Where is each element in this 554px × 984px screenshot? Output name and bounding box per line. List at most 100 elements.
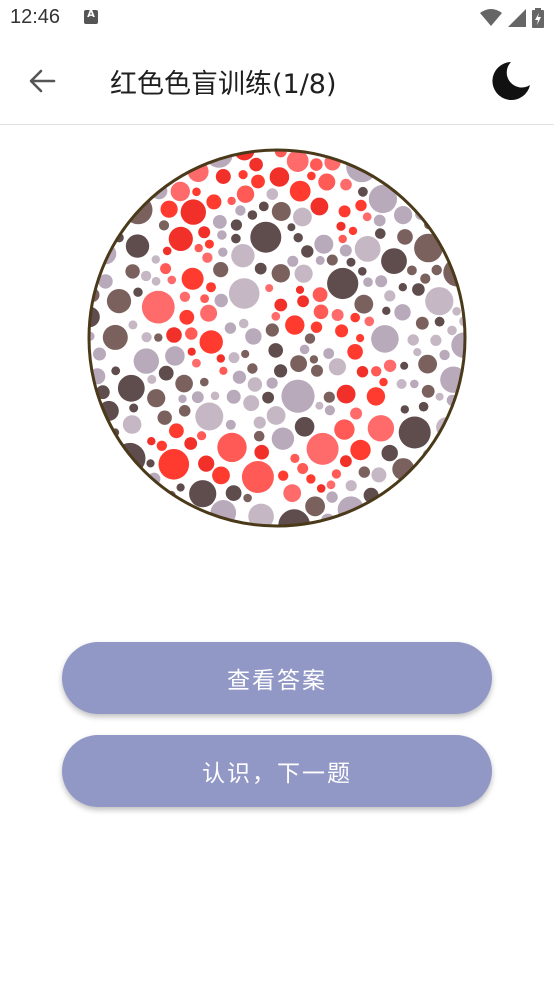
plate-dot <box>206 282 216 293</box>
plate-dot <box>364 316 375 327</box>
plate-dot <box>347 344 363 360</box>
plate-dot <box>271 264 290 283</box>
plate-dot <box>430 334 442 346</box>
plate-dot <box>297 463 309 474</box>
plate-dot <box>158 365 174 381</box>
plate-dot <box>212 466 230 485</box>
plate-dot <box>394 304 411 321</box>
plate-dot <box>327 267 359 300</box>
plate-dot <box>336 384 356 404</box>
plate-dot <box>324 405 335 416</box>
next-question-button[interactable]: 认识，下一题 <box>62 735 492 807</box>
plate-dot <box>157 410 172 425</box>
plate-dot <box>122 415 142 434</box>
plate-dot <box>452 307 461 316</box>
plate-dot <box>400 405 409 414</box>
plate-dot <box>356 334 365 343</box>
plate-dot <box>295 285 305 294</box>
plate-dot <box>278 470 289 481</box>
plate-dot <box>439 349 450 361</box>
plate-dot <box>111 366 121 376</box>
plate-dot <box>179 291 191 302</box>
plate-dot <box>192 358 201 368</box>
plate-dot <box>232 370 246 384</box>
plate-dot <box>247 210 258 220</box>
plate-dot <box>200 294 209 303</box>
plate-dot <box>434 316 445 327</box>
plate-dot <box>162 246 172 256</box>
plate-dot <box>346 257 356 267</box>
plate-dot <box>447 325 457 336</box>
plate-dot <box>435 392 444 401</box>
plate-dot <box>350 407 363 420</box>
plate-dot <box>247 377 263 392</box>
plate-dot <box>312 287 328 302</box>
plate-dot <box>151 276 161 286</box>
plate-dot <box>398 416 431 449</box>
plate-dot <box>179 309 195 325</box>
plate-dot <box>407 265 417 276</box>
plate-dot <box>206 194 222 210</box>
plate-dot <box>241 349 250 359</box>
plate-dot <box>200 377 209 387</box>
plate-dot <box>381 248 407 274</box>
plate-dot <box>274 298 288 312</box>
plate-dot <box>216 354 225 363</box>
back-button[interactable] <box>22 61 62 101</box>
plate-dot <box>271 202 291 221</box>
plate-dot <box>129 403 139 413</box>
plate-dot <box>358 186 368 197</box>
plate-dot <box>331 469 342 479</box>
plate-dot <box>335 324 349 338</box>
plate-dot <box>418 401 429 412</box>
status-time: 12:46 <box>10 6 61 28</box>
status-icons <box>480 8 544 28</box>
plate-dot <box>243 493 252 503</box>
plate-dot <box>210 391 220 401</box>
plate-dot <box>367 415 395 442</box>
plate-dot <box>340 178 352 191</box>
plate-dot <box>283 484 302 502</box>
plate-dot <box>314 234 334 254</box>
dark-mode-toggle[interactable] <box>488 58 534 104</box>
plate-dot <box>214 293 228 308</box>
plate-dot <box>266 377 278 389</box>
plate-dot <box>180 199 206 225</box>
plate-dot <box>266 188 279 200</box>
plate-dot <box>102 324 128 350</box>
plate-dot <box>106 289 132 314</box>
plate-dot <box>375 228 386 239</box>
plate-dot <box>371 325 399 353</box>
show-answer-button[interactable]: 查看答案 <box>62 642 492 714</box>
plate-dot <box>93 347 106 361</box>
plate-dot <box>191 391 204 404</box>
plate-dot <box>356 366 369 378</box>
plate-dot <box>313 304 329 320</box>
plate-dot <box>197 431 207 441</box>
plate-dot <box>231 244 255 268</box>
plate-dot <box>398 283 407 292</box>
plate-dot <box>315 255 325 265</box>
plate-dot <box>241 461 274 493</box>
plate-dot <box>266 406 286 425</box>
plate-dot <box>215 169 231 184</box>
plate-dot <box>154 333 163 342</box>
plate-dot <box>219 366 228 375</box>
plate-dot <box>195 402 224 431</box>
plate-dot <box>289 180 311 202</box>
plate-dot <box>192 187 201 197</box>
plate-dot <box>185 327 198 340</box>
plate-dot <box>243 395 260 412</box>
plate-dot <box>306 432 339 465</box>
plate-dot <box>323 391 335 403</box>
plate-dot <box>294 264 313 283</box>
plate-dot <box>202 252 213 263</box>
plate-dot <box>381 444 398 462</box>
plate-dot <box>178 405 191 417</box>
plate-dot <box>371 467 387 483</box>
plate-dot <box>355 199 367 212</box>
plate-dot <box>147 374 157 384</box>
plate-dot <box>224 322 237 334</box>
plate-dot <box>310 197 329 216</box>
plate-dot <box>170 181 190 202</box>
